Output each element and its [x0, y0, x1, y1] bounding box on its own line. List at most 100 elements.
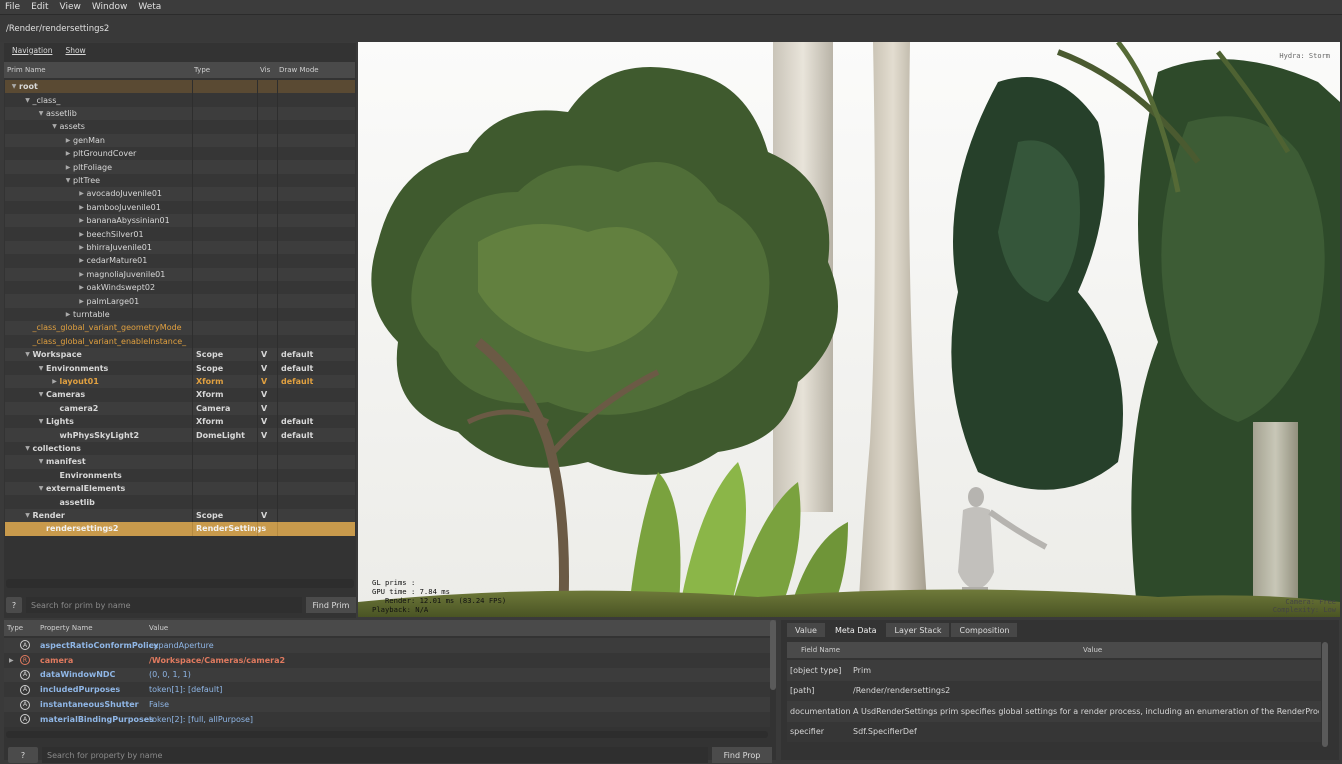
prim-row[interactable]: rendersettings2 RenderSettings [5, 522, 355, 536]
menu-weta[interactable]: Weta [133, 2, 167, 12]
collapse-arrow-icon[interactable]: ▼ [23, 445, 33, 452]
prim-row[interactable]: ▶ oakWindswept02 [5, 281, 355, 295]
prim-row[interactable]: ▶ bambooJuvenile01 [5, 200, 355, 214]
render-viewport[interactable]: GL prims : GPU time : 7.84 ms Render: 12… [358, 42, 1340, 617]
property-search-help-button[interactable]: ? [8, 747, 38, 763]
property-row[interactable]: ▶ Rcamera/Workspace/Cameras/camera2 [4, 652, 770, 668]
collapse-arrow-icon[interactable]: ▼ [9, 83, 19, 90]
prim-row[interactable]: ▶ turntable [5, 307, 355, 322]
metadata-scrollbar[interactable] [1322, 642, 1328, 747]
property-scrollbar[interactable] [770, 620, 776, 690]
expand-arrow-icon[interactable]: ▶ [63, 311, 73, 318]
prim-row[interactable]: _class_global_variant_geometryMode [5, 321, 355, 335]
prim-row[interactable]: ▶ palmLarge01 [5, 294, 355, 308]
property-row[interactable]: AdataWindowNDC (0, 0, 1, 1) [4, 667, 770, 683]
prim-row[interactable]: whPhysSkyLight2 DomeLight Vdefault [5, 428, 355, 442]
prim-row[interactable]: ▼ Environments Scope Vdefault [5, 361, 355, 375]
collapse-arrow-icon[interactable]: ▼ [23, 512, 33, 519]
prim-row[interactable]: ▶ pltFoliage [5, 160, 355, 174]
prim-search-input[interactable]: Search for prim by name [26, 597, 302, 613]
prim-row[interactable]: ▼ _class_ [5, 93, 355, 107]
prim-row[interactable]: _class_global_variant_enableInstance_ [5, 334, 355, 348]
prim-row[interactable]: ▶ cedarMature01 [5, 254, 355, 268]
prim-row[interactable]: ▼ assets [5, 120, 355, 134]
find-prop-button[interactable]: Find Prop [712, 747, 772, 763]
prim-row[interactable]: Environments [5, 468, 355, 482]
prim-row[interactable]: camera2 Camera V [5, 401, 355, 415]
prim-row[interactable]: ▼ manifest [5, 455, 355, 469]
collapse-arrow-icon[interactable]: ▼ [36, 391, 46, 398]
menu-view[interactable]: View [55, 2, 87, 12]
prim-row[interactable]: ▼ externalElements [5, 482, 355, 496]
property-search-input[interactable]: Search for property by name [42, 747, 708, 763]
navigation-menu[interactable]: Navigation [4, 46, 57, 55]
col-field-name[interactable]: Field Name [801, 646, 840, 654]
metadata-row[interactable]: [object type] Prim [787, 660, 1321, 681]
menu-file[interactable]: File [0, 2, 26, 12]
prim-row[interactable]: ▼ collections [5, 441, 355, 456]
prim-search-help-button[interactable]: ? [6, 597, 22, 613]
expand-arrow-icon[interactable]: ▶ [50, 378, 60, 385]
expand-arrow-icon[interactable]: ▶ [63, 137, 73, 144]
expand-arrow-icon[interactable]: ▶ [77, 244, 87, 251]
tree-scrollbar[interactable] [6, 579, 354, 588]
property-row[interactable]: AincludedPurposes token[1]: [default] [4, 682, 770, 698]
prim-row[interactable]: ▶ magnoliaJuvenile01 [5, 267, 355, 281]
prim-row[interactable]: ▶ layout01 Xform Vdefault [5, 374, 355, 389]
prim-row[interactable]: ▶ pltGroundCover [5, 147, 355, 161]
col-prop-type[interactable]: Type [7, 624, 23, 632]
collapse-arrow-icon[interactable]: ▼ [36, 110, 46, 117]
expand-arrow-icon[interactable]: ▶ [63, 150, 73, 157]
col-prop-value[interactable]: Value [149, 624, 168, 632]
expand-arrow-icon[interactable]: ▶ [77, 271, 87, 278]
expand-arrow-icon[interactable]: ▶ [77, 257, 87, 264]
tab-composition[interactable]: Composition [951, 623, 1018, 637]
prim-row[interactable]: ▶ avocadoJuvenile01 [5, 187, 355, 201]
property-hscrollbar[interactable] [6, 731, 768, 738]
expand-arrow-icon[interactable]: ▶ [77, 204, 87, 211]
metadata-row[interactable]: documentation A UsdRenderSettings prim sp… [787, 701, 1321, 722]
col-field-value[interactable]: Value [1083, 646, 1102, 654]
metadata-row[interactable]: [path] /Render/rendersettings2 [787, 680, 1321, 701]
prim-row[interactable]: assetlib [5, 495, 355, 509]
expand-arrow-icon[interactable]: ▶ [9, 657, 14, 664]
find-prim-button[interactable]: Find Prim [306, 597, 356, 613]
tab-meta-data[interactable]: Meta Data [826, 623, 885, 637]
property-row[interactable]: AmaterialBindingPurposes token[2]: [full,… [4, 712, 770, 727]
prim-row[interactable]: ▼ Render Scope V [5, 508, 355, 523]
collapse-arrow-icon[interactable]: ▼ [36, 458, 46, 465]
tab-layer-stack[interactable]: Layer Stack [886, 623, 950, 637]
expand-arrow-icon[interactable]: ▶ [77, 190, 87, 197]
tab-value[interactable]: Value [787, 623, 825, 637]
collapse-arrow-icon[interactable]: ▼ [36, 485, 46, 492]
prim-row[interactable]: ▶ bananaAbyssinian01 [5, 214, 355, 228]
expand-arrow-icon[interactable]: ▶ [77, 217, 87, 224]
prim-row[interactable]: ▼ Lights Xform Vdefault [5, 415, 355, 429]
prim-row[interactable]: ▼ assetlib [5, 106, 355, 121]
prim-row[interactable]: ▼ pltTree [5, 173, 355, 188]
prim-row[interactable]: ▼ Cameras Xform V [5, 388, 355, 402]
prim-row[interactable]: ▼ root [5, 80, 355, 94]
menu-window[interactable]: Window [87, 2, 134, 12]
expand-arrow-icon[interactable]: ▶ [63, 164, 73, 171]
collapse-arrow-icon[interactable]: ▼ [23, 97, 33, 104]
prim-row[interactable]: ▶ bhirraJuvenile01 [5, 240, 355, 255]
col-prim-name[interactable]: Prim Name [7, 66, 46, 74]
expand-arrow-icon[interactable]: ▶ [77, 284, 87, 291]
collapse-arrow-icon[interactable]: ▼ [50, 123, 60, 130]
expand-arrow-icon[interactable]: ▶ [77, 231, 87, 238]
property-row[interactable]: AinstantaneousShutter False [4, 697, 770, 712]
collapse-arrow-icon[interactable]: ▼ [63, 177, 73, 184]
col-type[interactable]: Type [194, 66, 210, 74]
collapse-arrow-icon[interactable]: ▼ [36, 365, 46, 372]
show-menu[interactable]: Show [57, 46, 90, 55]
property-row[interactable]: AaspectRatioConformPolicy expandAperture [4, 638, 770, 653]
collapse-arrow-icon[interactable]: ▼ [36, 418, 46, 425]
col-draw-mode[interactable]: Draw Mode [279, 66, 319, 74]
collapse-arrow-icon[interactable]: ▼ [23, 351, 33, 358]
col-vis[interactable]: Vis [260, 66, 270, 74]
metadata-row[interactable]: specifier Sdf.SpecifierDef [787, 721, 1321, 742]
prim-row[interactable]: ▶ genMan [5, 133, 355, 147]
expand-arrow-icon[interactable]: ▶ [77, 298, 87, 305]
prim-row[interactable]: ▼ Workspace Scope Vdefault [5, 348, 355, 362]
